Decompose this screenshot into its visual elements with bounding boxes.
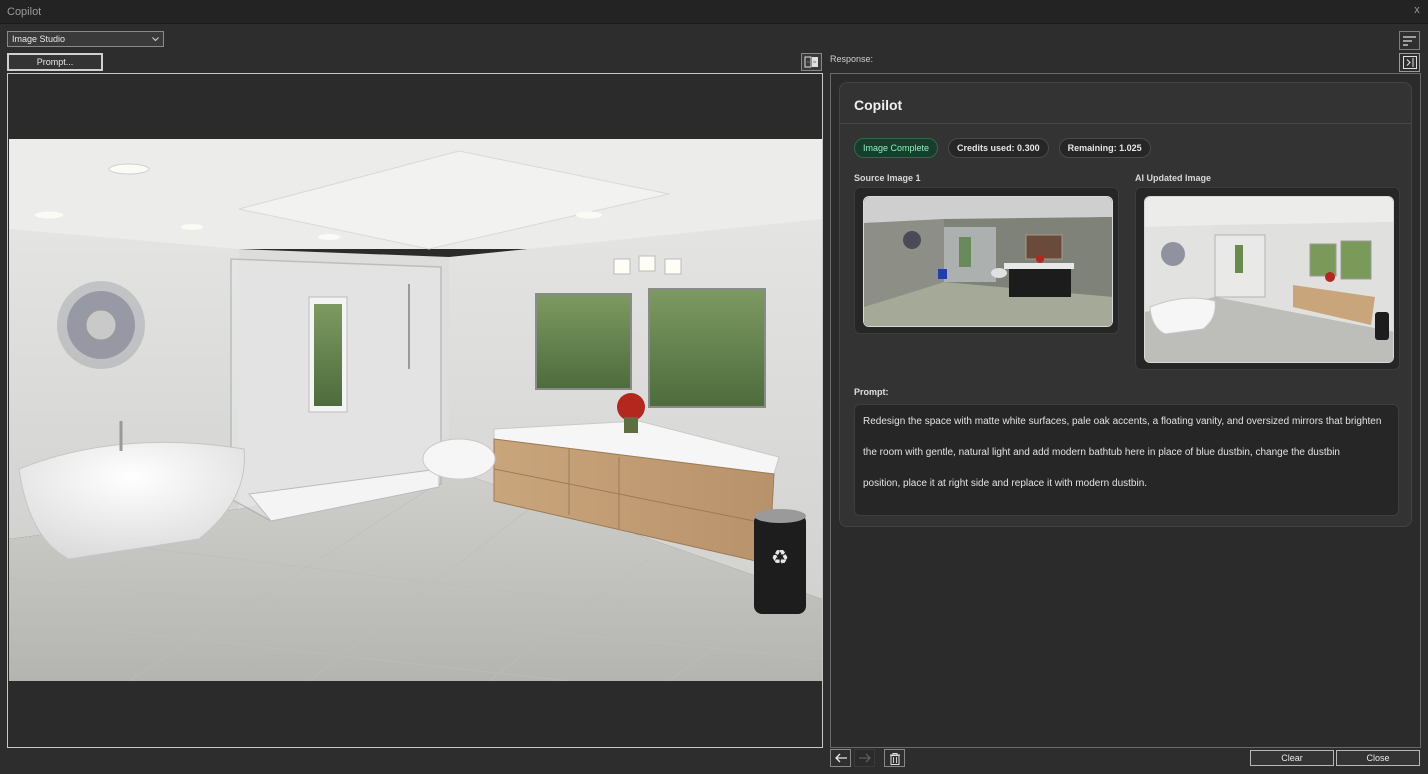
arrow-left-icon — [834, 753, 847, 763]
compare-swap-icon — [804, 56, 818, 68]
trash-icon — [889, 752, 900, 765]
chevron-down-icon — [152, 37, 159, 42]
ai-updated-image-thumbnail[interactable] — [1144, 196, 1394, 363]
prompt-line-2: the room with gentle, natural light and … — [863, 447, 1340, 458]
response-label: Response: — [830, 54, 874, 64]
window-close-button[interactable]: x — [1411, 4, 1423, 16]
forward-button[interactable] — [854, 749, 875, 767]
close-button[interactable]: Close — [1336, 750, 1420, 766]
status-badge-image-complete: Image Complete — [854, 138, 939, 158]
rendered-bathroom-image: ♻ — [9, 139, 822, 681]
arrow-right-icon — [858, 753, 871, 763]
ai-updated-image-label: AI Updated Image — [1135, 173, 1212, 183]
prompt-line-3: position, place it at right side and rep… — [863, 478, 1148, 489]
collapse-panel-button[interactable] — [1399, 53, 1420, 72]
status-badges: Image Complete Credits used: 0.300 Remai… — [854, 138, 1151, 158]
source-image-frame — [854, 187, 1119, 334]
prompt-text-box: Redesign the space with matte white surf… — [854, 404, 1399, 516]
source-image-label: Source Image 1 — [854, 173, 921, 183]
copilot-window: Copilot x Image Studio Prompt... ♻ Respo… — [0, 0, 1428, 774]
sort-lines-icon — [1403, 35, 1416, 46]
delete-button[interactable] — [884, 749, 905, 767]
compare-swap-button[interactable] — [801, 53, 822, 71]
credits-used-badge: Credits used: 0.300 — [948, 138, 1049, 158]
sort-button[interactable] — [1399, 31, 1420, 50]
mode-select[interactable]: Image Studio — [7, 31, 164, 47]
svg-text:♻: ♻ — [771, 545, 789, 569]
window-title: Copilot — [7, 6, 42, 18]
remaining-credits-badge: Remaining: 1.025 — [1058, 138, 1151, 158]
collapse-panel-icon — [1402, 56, 1417, 69]
prompt-label: Prompt: — [854, 387, 889, 397]
card-divider — [840, 123, 1411, 124]
clear-button[interactable]: Clear — [1250, 750, 1334, 766]
mode-select-value: Image Studio — [12, 34, 66, 44]
card-title: Copilot — [854, 97, 903, 113]
title-bar: Copilot x — [0, 0, 1428, 24]
ai-updated-image-render — [1145, 197, 1393, 362]
prompt-line-1: Redesign the space with matte white surf… — [863, 416, 1382, 427]
ai-updated-image-frame — [1135, 187, 1400, 370]
response-pane: Copilot Image Complete Credits used: 0.3… — [830, 73, 1421, 748]
source-image-render — [864, 197, 1112, 326]
source-image-thumbnail[interactable] — [863, 196, 1113, 327]
prompt-button[interactable]: Prompt... — [7, 53, 103, 71]
image-viewport[interactable]: ♻ — [7, 73, 823, 748]
copilot-response-card: Copilot Image Complete Credits used: 0.3… — [839, 82, 1412, 527]
back-button[interactable] — [830, 749, 851, 767]
